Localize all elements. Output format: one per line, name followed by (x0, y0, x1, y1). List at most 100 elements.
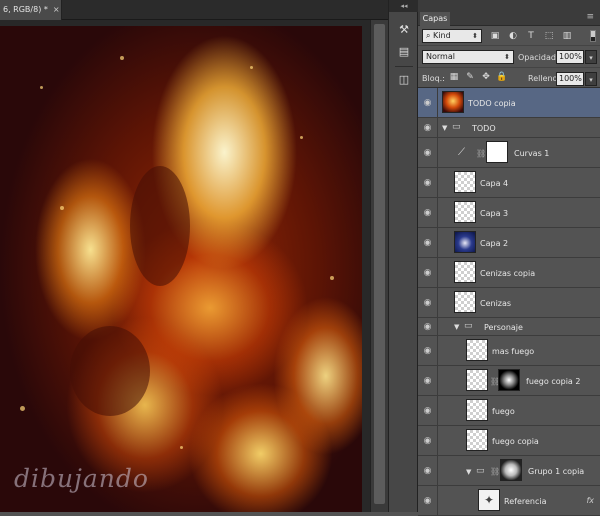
layer-row-grupo-1-copia[interactable]: ◉ ▼ ▭ ⛓ Grupo 1 copia (418, 456, 600, 486)
filter-kind-select[interactable]: ⌕ Kind ⬍ (422, 29, 482, 43)
eye-icon[interactable]: ◉ (418, 288, 438, 317)
panel-menu-icon[interactable]: ≡ (586, 12, 594, 22)
close-tab-icon[interactable]: × (53, 5, 60, 14)
layer-row-cenizas[interactable]: ◉ Cenizas (418, 288, 600, 318)
layers-panel-icon[interactable]: ◫ (394, 70, 414, 90)
scrollbar-thumb[interactable] (374, 24, 385, 504)
eye-icon[interactable]: ◉ (418, 426, 438, 455)
folder-icon: ▭ (452, 122, 461, 132)
layer-name: Capa 4 (480, 179, 509, 188)
document-tab-title: 6, RGB/8) * (3, 5, 48, 14)
expand-triangle-icon[interactable]: ▼ (466, 468, 471, 476)
lock-pixels-icon[interactable]: ✎ (464, 71, 476, 84)
layer-row-fuego-copia-2[interactable]: ◉ ⛓ fuego copia 2 (418, 366, 600, 396)
layer-row-capa-4[interactable]: ◉ Capa 4 (418, 168, 600, 198)
expand-triangle-icon[interactable]: ▼ (442, 124, 447, 132)
layer-row-todo-group[interactable]: ◉ ▼ ▭ TODO (418, 118, 600, 138)
layers-list: ◉ TODO copia ◉ ▼ ▭ TODO ◉ ⟋ ⛓ Curvas 1 ◉… (418, 88, 600, 516)
eye-icon[interactable]: ◉ (418, 456, 438, 485)
canvas-area: dibujando (0, 20, 388, 512)
layer-thumbnail: ✦ (478, 489, 500, 511)
folder-icon: ▭ (464, 321, 473, 331)
spark (120, 56, 124, 60)
dropdown-icon: ⬍ (472, 32, 478, 40)
layer-row-personaje-group[interactable]: ◉ ▼ ▭ Personaje (418, 318, 600, 336)
smart-object-filter-icon[interactable]: ▥ (560, 30, 574, 42)
eye-icon[interactable]: ◉ (418, 228, 438, 257)
layer-row-curvas[interactable]: ◉ ⟋ ⛓ Curvas 1 (418, 138, 600, 168)
spark (300, 136, 303, 139)
fill-field[interactable]: 100% (556, 72, 584, 86)
document-canvas[interactable]: dibujando (0, 26, 362, 512)
layer-row-fuego-copia[interactable]: ◉ fuego copia (418, 426, 600, 456)
layer-row-capa-2[interactable]: ◉ Capa 2 (418, 228, 600, 258)
eye-icon[interactable]: ◉ (418, 366, 438, 395)
layer-thumbnail (454, 171, 476, 193)
layer-row-fuego[interactable]: ◉ fuego (418, 396, 600, 426)
shape-filter-icon[interactable]: ⬚ (542, 30, 556, 42)
eye-icon[interactable]: ◉ (418, 258, 438, 287)
eye-icon[interactable]: ◉ (418, 138, 438, 167)
layer-name: Cenizas copia (480, 269, 536, 278)
blend-mode-select[interactable]: Normal ⬍ (422, 50, 514, 64)
adjustment-filter-icon[interactable]: ◐ (506, 30, 520, 42)
figure-shadow (130, 166, 190, 286)
layer-row-todo-copia[interactable]: ◉ TODO copia (418, 88, 600, 118)
layer-thumbnail (466, 339, 488, 361)
eye-icon[interactable]: ◉ (418, 318, 438, 335)
filter-icons: ▣ ◐ T ⬚ ▥ (488, 30, 578, 42)
fill-dropdown-icon[interactable]: ▾ (585, 72, 597, 86)
document-tab-bar: 6, RGB/8) * × (0, 0, 388, 20)
link-icon[interactable]: ⛓ (476, 149, 486, 158)
collapse-panels-icon[interactable]: ◂◂ (389, 0, 419, 12)
blend-row: Normal ⬍ Opacidad: 100% ▾ (418, 46, 600, 68)
layer-name: Grupo 1 copia (528, 467, 585, 476)
eye-icon[interactable]: ◉ (418, 118, 438, 137)
layer-filter-row: ⌕ Kind ⬍ ▣ ◐ T ⬚ ▥ (418, 26, 600, 46)
layer-thumbnail (466, 369, 488, 391)
layer-name: fuego (492, 407, 515, 416)
lock-position-icon[interactable]: ✥ (480, 71, 492, 84)
layer-row-cenizas-copia[interactable]: ◉ Cenizas copia (418, 258, 600, 288)
brush-presets-icon[interactable]: ▤ (394, 42, 414, 62)
type-filter-icon[interactable]: T (524, 30, 538, 42)
filter-kind-value: Kind (433, 31, 451, 40)
opacity-dropdown-icon[interactable]: ▾ (585, 50, 597, 64)
eye-icon[interactable]: ◉ (418, 88, 438, 117)
eye-icon[interactable]: ◉ (418, 486, 438, 515)
layer-row-mas-fuego[interactable]: ◉ mas fuego (418, 336, 600, 366)
eye-icon[interactable]: ◉ (418, 396, 438, 425)
eye-icon[interactable]: ◉ (418, 198, 438, 227)
expand-triangle-icon[interactable]: ▼ (454, 323, 459, 331)
lock-all-icon[interactable]: 🔒 (496, 71, 508, 84)
pixel-filter-icon[interactable]: ▣ (488, 30, 502, 42)
layer-thumbnail (454, 201, 476, 223)
layer-thumbnail (442, 91, 464, 113)
canvas-vertical-scrollbar[interactable] (370, 20, 388, 512)
filter-toggle[interactable] (590, 30, 596, 42)
layer-name: TODO (472, 124, 496, 133)
eye-icon[interactable]: ◉ (418, 168, 438, 197)
lock-transparency-icon[interactable]: ▦ (448, 71, 460, 84)
layer-name: Capa 3 (480, 209, 509, 218)
adjust-brush-icon[interactable]: ⚒ (394, 20, 414, 40)
search-icon: ⌕ (426, 31, 434, 40)
layer-thumbnail (454, 231, 476, 253)
curves-adjustment-icon: ⟋ (458, 147, 465, 158)
layer-row-capa-3[interactable]: ◉ Capa 3 (418, 198, 600, 228)
tab-capas[interactable]: Capas (420, 12, 450, 26)
layer-name: TODO copia (468, 99, 516, 108)
eye-icon[interactable]: ◉ (418, 336, 438, 365)
layer-effects-icon[interactable]: fx (586, 496, 594, 505)
spark (330, 276, 334, 280)
layers-panel: Capas ≡ ⌕ Kind ⬍ ▣ ◐ T ⬚ ▥ Normal ⬍ Opacidad: … (418, 0, 600, 516)
link-icon[interactable]: ⛓ (490, 467, 500, 476)
figure-shadow (70, 326, 150, 416)
lock-row: Bloq.: ▦ ✎ ✥ 🔒 Relleno: 100% ▾ (418, 68, 600, 88)
layer-name: Personaje (484, 323, 523, 332)
spark (250, 66, 253, 69)
document-tab[interactable]: 6, RGB/8) * × (0, 0, 62, 20)
spark (40, 86, 43, 89)
opacity-field[interactable]: 100% (556, 50, 584, 64)
layer-name: mas fuego (492, 347, 535, 356)
